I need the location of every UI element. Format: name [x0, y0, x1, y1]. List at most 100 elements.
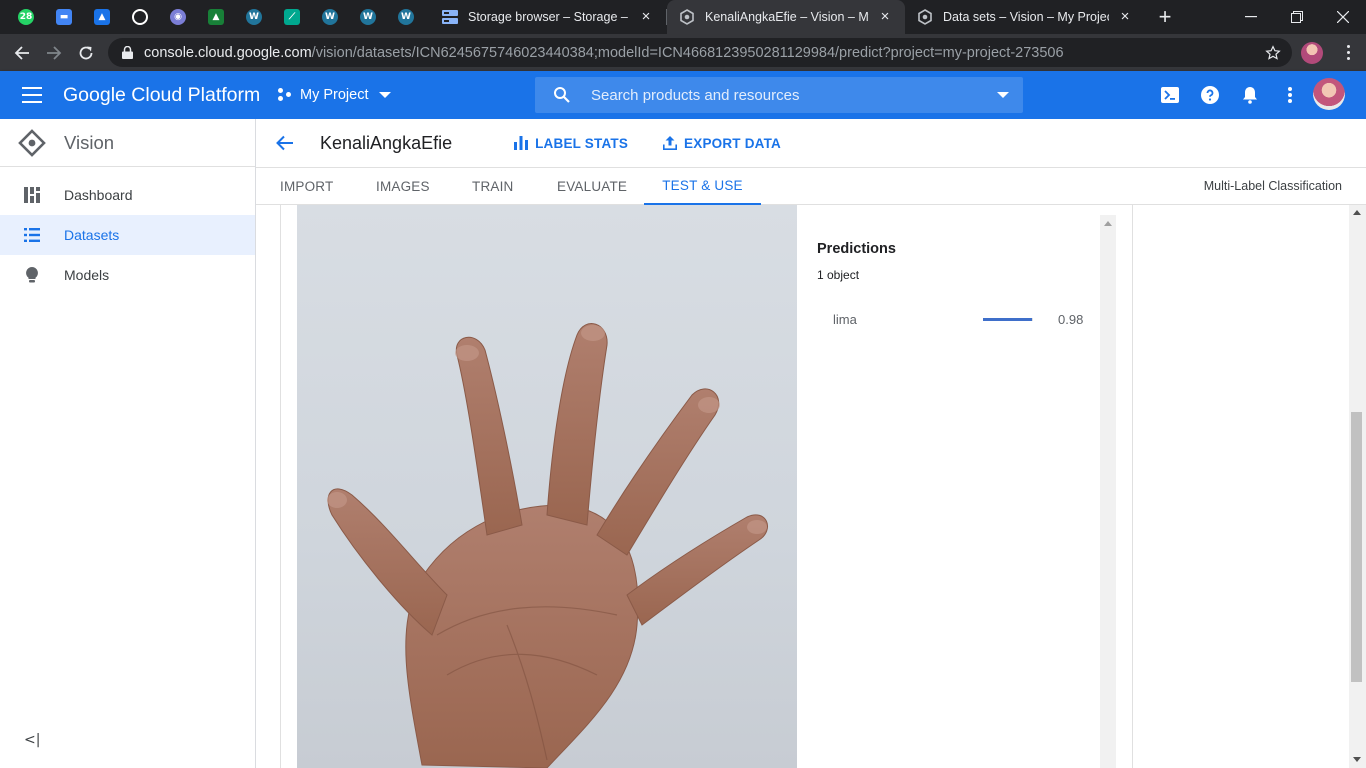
close-icon[interactable]: × — [638, 9, 654, 25]
pinned-tab[interactable]: W — [350, 5, 386, 29]
tab-title: Storage browser – Storage – My Project — [468, 10, 630, 24]
more-vert-icon[interactable] — [1278, 83, 1302, 107]
scroll-up-icon[interactable] — [1353, 210, 1361, 215]
close-icon[interactable]: × — [1117, 9, 1133, 25]
scroll-up-icon[interactable] — [1104, 221, 1112, 226]
sidebar-item-label: Datasets — [64, 227, 120, 243]
help-icon[interactable] — [1198, 83, 1222, 107]
sidebar-item-datasets[interactable]: Datasets — [0, 215, 255, 255]
scroll-down-icon[interactable] — [1353, 757, 1361, 762]
back-arrow-icon[interactable] — [8, 39, 36, 67]
model-type-label: Multi-Label Classification — [1203, 179, 1342, 193]
pinned-tab[interactable]: W — [388, 5, 424, 29]
gcp-hex-icon — [917, 9, 933, 25]
search-input[interactable] — [591, 80, 997, 110]
project-selector[interactable]: My Project — [278, 83, 391, 107]
vision-diamond-icon — [18, 128, 46, 157]
collapse-nav-icon[interactable]: <| — [24, 732, 40, 748]
product-name: Vision — [64, 131, 115, 153]
forward-arrow-icon[interactable] — [40, 39, 68, 67]
gcp-hex-icon — [679, 9, 695, 25]
side-navigation: Vision Dashboard Datasets Models <| — [0, 119, 256, 768]
product-header: Vision — [0, 119, 255, 167]
pinned-tab[interactable]: ▲ — [198, 5, 234, 29]
notifications-bell-icon[interactable] — [1238, 83, 1262, 107]
pinned-tab[interactable]: W — [236, 5, 272, 29]
tab-images[interactable]: IMAGES — [376, 168, 430, 205]
prediction-score: 0.98 — [1058, 312, 1084, 327]
address-bar[interactable]: console.cloud.google.com/vision/datasets… — [108, 38, 1292, 67]
prediction-label: lima — [833, 312, 857, 327]
tab-train[interactable]: TRAIN — [472, 168, 514, 205]
browser-menu-icon[interactable] — [1340, 40, 1356, 64]
page-header: KenaliAngkaEfie LABEL STATS EXPORT DATA — [256, 119, 1366, 167]
url-path: /vision/datasets/ICN6245675746023440384;… — [311, 44, 1064, 61]
tab-evaluate[interactable]: EVALUATE — [557, 168, 627, 205]
prediction-score-fill — [983, 318, 1032, 321]
cloud-shell-icon[interactable] — [1158, 83, 1182, 107]
project-dots-icon — [278, 88, 292, 102]
search-dropdown-icon[interactable] — [997, 92, 1009, 98]
new-tab-icon[interactable]: + — [1153, 5, 1177, 29]
lightbulb-icon — [23, 266, 41, 284]
minimize-icon[interactable] — [1228, 0, 1274, 34]
predictions-panel: Predictions 1 object lima 0.98 — [817, 205, 1117, 768]
page-tabs: IMPORT IMAGES TRAIN EVALUATE TEST & USE … — [256, 167, 1366, 205]
browser-toolbar: console.cloud.google.com/vision/datasets… — [0, 34, 1366, 71]
predictions-title: Predictions — [817, 241, 896, 257]
pinned-tab[interactable]: ▬ — [46, 5, 82, 29]
sidebar-item-models[interactable]: Models — [0, 255, 255, 295]
browser-profile-avatar[interactable] — [1301, 42, 1323, 64]
pinned-tab[interactable]: ▲ — [84, 5, 120, 29]
back-arrow-icon[interactable] — [274, 132, 296, 154]
whatsapp-icon: 28 — [18, 9, 34, 25]
page-title: KenaliAngkaEfie — [320, 132, 453, 153]
gcp-header: Google Cloud Platform My Project — [0, 71, 1366, 119]
bookmark-star-icon[interactable] — [1264, 44, 1282, 62]
prediction-score-bar — [983, 318, 1033, 321]
tab-title: Data sets – Vision – My Project – Google — [943, 10, 1109, 24]
search-bar[interactable] — [535, 77, 1023, 113]
classroom-icon: ▲ — [94, 9, 110, 25]
classroom-icon: ▲ — [208, 9, 224, 25]
scrollbar-thumb[interactable] — [1351, 412, 1362, 682]
sidebar-item-label: Models — [64, 267, 110, 283]
page-scrollbar[interactable] — [1349, 205, 1366, 768]
bar-chart-icon — [513, 135, 529, 151]
extension-icon: ◉ — [170, 9, 186, 25]
leaf-icon: ⟋ — [284, 9, 300, 25]
browser-tab-datasets[interactable]: Data sets – Vision – My Project – Google… — [905, 0, 1145, 34]
account-avatar[interactable] — [1313, 78, 1345, 110]
sidebar-item-dashboard[interactable]: Dashboard — [0, 175, 255, 215]
tab-test-and-use[interactable]: TEST & USE — [644, 168, 761, 205]
test-and-use-panel: Predictions 1 object lima 0.98 — [256, 205, 1366, 768]
browser-tab-vision-active[interactable]: KenaliAngkaEfie – Vision – My Project × — [667, 0, 905, 34]
hamburger-menu-icon[interactable] — [20, 85, 44, 105]
pinned-tab[interactable] — [122, 5, 158, 29]
pinned-tab[interactable]: 28 — [8, 5, 44, 29]
close-window-icon[interactable] — [1320, 0, 1366, 34]
test-image-hand — [297, 205, 797, 768]
tab-import[interactable]: IMPORT — [280, 168, 333, 205]
reload-icon[interactable] — [72, 39, 100, 67]
tab-title: KenaliAngkaEfie – Vision – My Project — [705, 10, 869, 24]
export-data-label: EXPORT DATA — [684, 135, 781, 151]
dashboard-icon — [23, 186, 41, 204]
restore-icon[interactable] — [1274, 0, 1320, 34]
close-icon[interactable]: × — [877, 9, 893, 25]
pinned-tab[interactable]: W — [312, 5, 348, 29]
label-stats-label: LABEL STATS — [535, 135, 629, 151]
lock-icon — [120, 46, 134, 60]
card-icon: ▬ — [56, 9, 72, 25]
pinned-tab[interactable]: ◉ — [160, 5, 196, 29]
wordpress-icon: W — [360, 9, 376, 25]
pinned-tab[interactable]: ⟋ — [274, 5, 310, 29]
predictions-scrollbar[interactable] — [1100, 215, 1116, 768]
gcp-logo-text[interactable]: Google Cloud Platform — [63, 84, 260, 107]
predictions-count: 1 object — [817, 268, 860, 282]
export-icon — [662, 135, 678, 151]
export-data-button[interactable]: EXPORT DATA — [662, 135, 781, 151]
label-stats-button[interactable]: LABEL STATS — [513, 135, 628, 151]
wordpress-icon: W — [398, 9, 414, 25]
browser-tab-storage[interactable]: Storage browser – Storage – My Project × — [430, 0, 666, 34]
